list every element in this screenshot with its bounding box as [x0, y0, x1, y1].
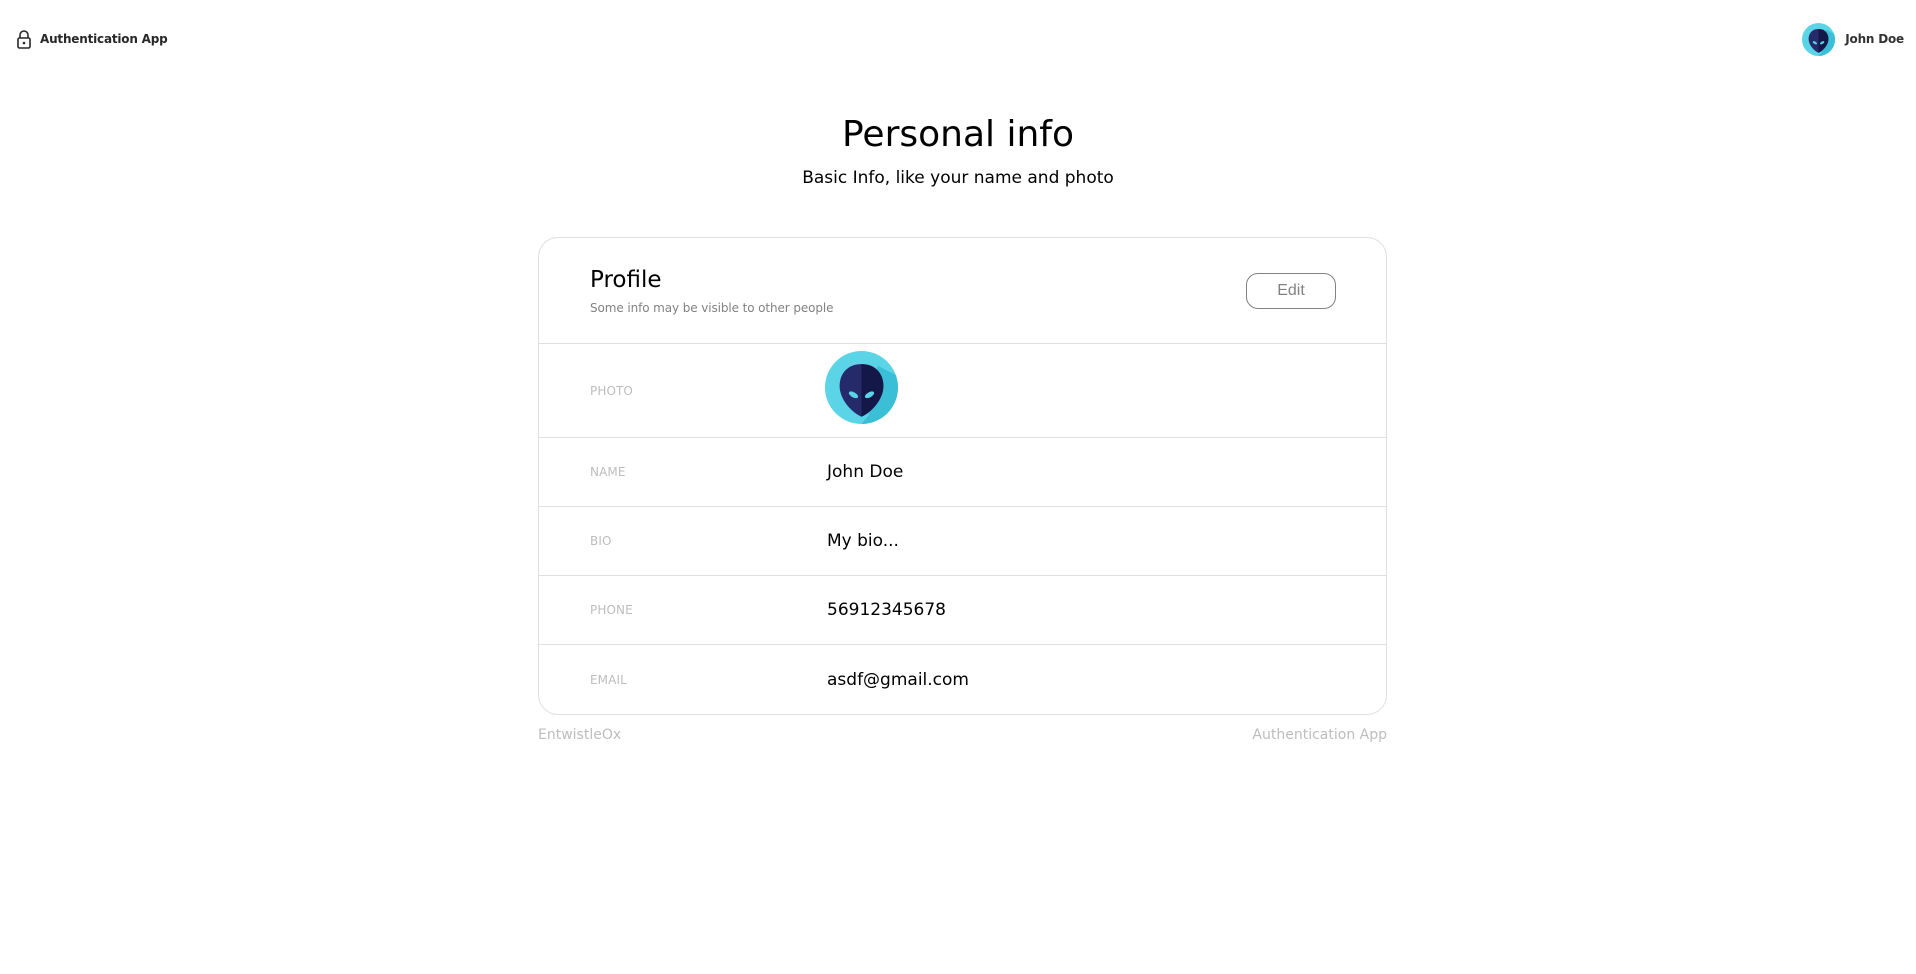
- footer-app-name: Authentication App: [1252, 727, 1387, 743]
- profile-row-bio: BIO My bio...: [539, 507, 1386, 576]
- lock-icon: [17, 30, 31, 49]
- name-value: John Doe: [827, 462, 904, 482]
- footer: EntwistleOx Authentication App: [538, 727, 1387, 747]
- page-heading: Personal info Basic Info, like your name…: [0, 110, 1916, 190]
- profile-card: Profile Some info may be visible to othe…: [538, 237, 1387, 715]
- row-label: PHOTO: [590, 383, 633, 398]
- profile-row-photo: PHOTO: [539, 344, 1386, 438]
- email-value: asdf@gmail.com: [827, 669, 969, 690]
- user-name: John Doe: [1845, 32, 1904, 46]
- profile-photo-avatar: [825, 351, 898, 424]
- profile-card-header: Profile Some info may be visible to othe…: [539, 238, 1386, 344]
- bio-value: My bio...: [827, 531, 899, 551]
- row-label: BIO: [590, 534, 612, 548]
- brand[interactable]: Authentication App: [16, 29, 168, 49]
- top-navbar: Authentication App John Doe: [0, 0, 1916, 78]
- row-label: EMAIL: [590, 672, 627, 687]
- profile-row-name: NAME John Doe: [539, 438, 1386, 507]
- user-menu[interactable]: John Doe: [1802, 22, 1904, 56]
- row-label: NAME: [590, 465, 626, 479]
- row-label: PHONE: [590, 603, 633, 617]
- edit-button[interactable]: Edit: [1246, 273, 1336, 309]
- profile-row-phone: PHONE 56912345678: [539, 576, 1386, 645]
- phone-value: 56912345678: [827, 600, 946, 620]
- alien-avatar-icon: [1802, 22, 1836, 56]
- page-subtitle: Basic Info, like your name and photo: [802, 168, 1114, 188]
- profile-row-email: EMAIL asdf@gmail.com: [539, 645, 1386, 714]
- footer-author: EntwistleOx: [538, 727, 622, 743]
- page-title: Personal info: [842, 114, 1074, 155]
- profile-card-title: Profile: [590, 267, 662, 293]
- brand-name: Authentication App: [40, 32, 168, 46]
- profile-card-subtitle: Some info may be visible to other people: [590, 301, 834, 315]
